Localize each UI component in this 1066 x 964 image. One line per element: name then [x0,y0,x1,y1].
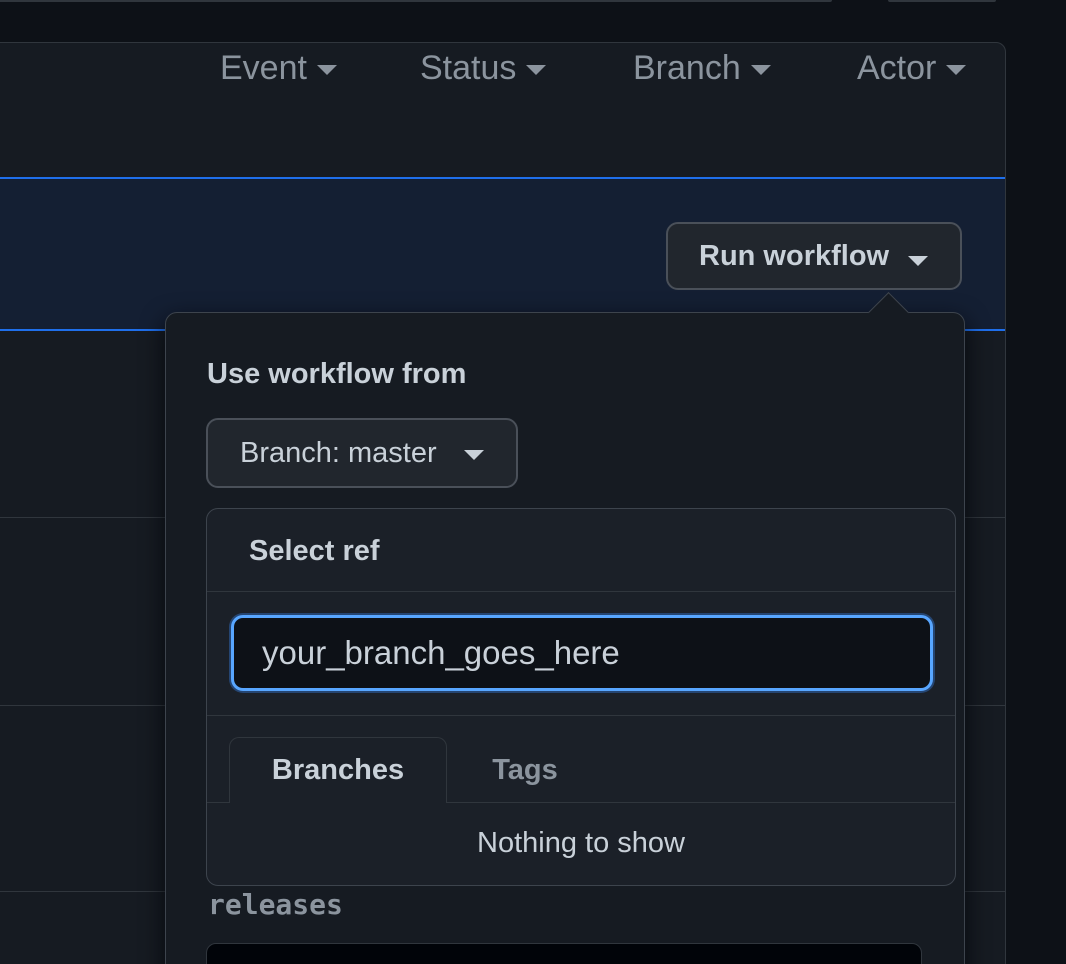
filter-status-dropdown[interactable]: Status [420,46,547,90]
tab-tags[interactable]: Tags [473,737,577,803]
select-ref-title: Select ref [249,535,380,567]
filter-event-dropdown[interactable]: Event [220,46,337,90]
chevron-down-icon [464,450,484,460]
chevron-down-icon [526,65,547,75]
select-ref-menu: Select ref Branches Tags Nothing to show [206,508,956,886]
chevron-down-icon [908,256,928,266]
top-strip [888,0,996,2]
menu-divider [207,715,955,716]
chevron-down-icon [316,65,337,75]
branch-select-label: Branch: master [240,436,437,469]
filter-event-label: Event [220,48,307,87]
branch-select-button[interactable]: Branch: master [206,418,518,488]
run-workflow-button[interactable]: Run workflow [666,222,962,290]
filter-actor-label: Actor [857,48,937,87]
empty-state-message: Nothing to show [477,827,685,859]
chevron-down-icon [750,65,771,75]
filter-branch-label: Branch [633,48,741,87]
filter-status-label: Status [420,48,517,87]
workflow-runs-screen: Event Status Branch Actor Run workflow U… [0,0,1066,964]
menu-divider [207,591,955,592]
filter-actor-dropdown[interactable]: Actor [857,46,967,90]
top-strip [0,0,832,2]
use-workflow-from-heading: Use workflow from [207,358,467,390]
tab-branches[interactable]: Branches [229,737,447,803]
filter-branch-dropdown[interactable]: Branch [633,46,771,90]
chevron-down-icon [946,65,967,75]
workflow-input-field[interactable] [206,943,922,964]
run-workflow-label: Run workflow [699,239,890,272]
workflow-input-label: releases [208,888,343,921]
ref-filter-input[interactable] [231,615,933,691]
